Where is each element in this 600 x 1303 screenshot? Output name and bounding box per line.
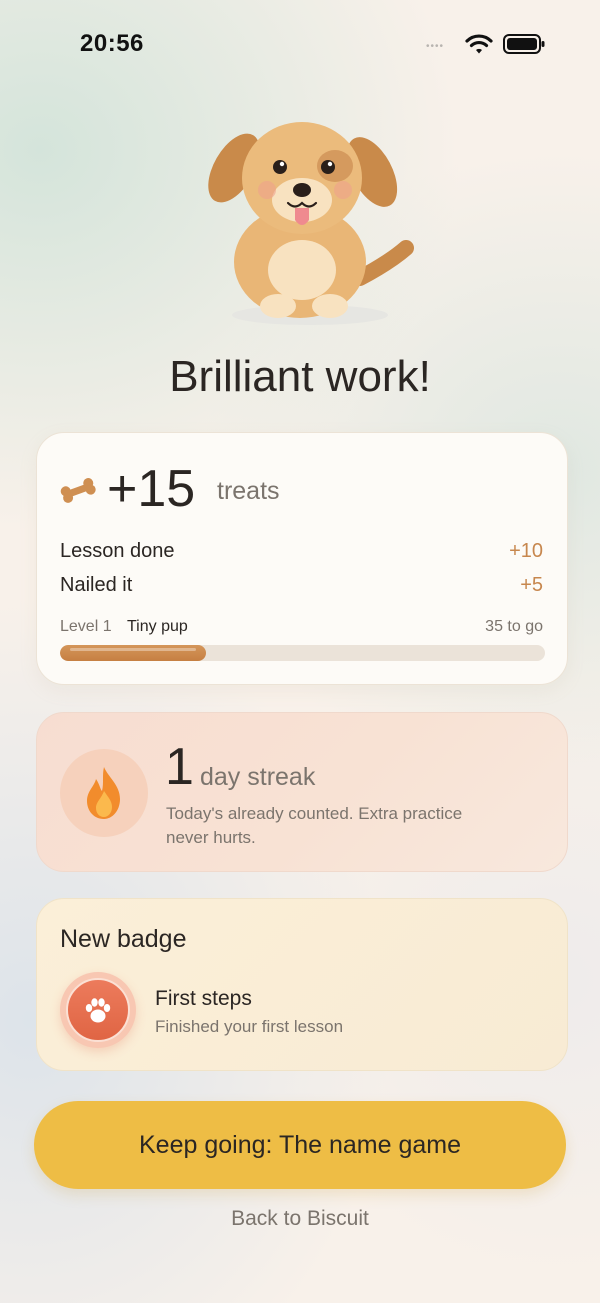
badge-title: First steps bbox=[155, 987, 252, 1010]
level-number: Level 1 bbox=[60, 618, 112, 635]
streak-card: 1 day streak Today's already counted. Ex… bbox=[36, 712, 568, 872]
line-item-label: Lesson done bbox=[60, 540, 175, 562]
status-bar: 20:56 •••• bbox=[0, 0, 600, 90]
badge-medal bbox=[60, 972, 136, 1048]
treats-card: +15 treats Lesson done +10 Nailed it +5 … bbox=[36, 432, 568, 685]
line-item-value: +5 bbox=[520, 574, 543, 596]
streak-count: 1 bbox=[165, 738, 194, 796]
flame-badge bbox=[60, 749, 148, 837]
back-link[interactable]: Back to Biscuit bbox=[0, 1207, 600, 1231]
wifi-icon bbox=[465, 34, 493, 54]
badge-heading: New badge bbox=[60, 925, 187, 953]
badge-subtitle: Finished your first lesson bbox=[155, 1017, 344, 1036]
line-item-value: +10 bbox=[509, 540, 543, 562]
bone-icon bbox=[60, 478, 96, 503]
badge-medal-inner bbox=[66, 978, 130, 1042]
treat-total: +15 bbox=[107, 460, 196, 518]
flame-icon bbox=[87, 767, 120, 819]
level-name: Tiny pup bbox=[127, 618, 188, 635]
level-remaining: 35 to go bbox=[485, 618, 543, 635]
keep-going-button[interactable]: Keep going: The name game bbox=[34, 1101, 566, 1189]
signal-dots-icon: •••• bbox=[426, 41, 445, 52]
battery-icon bbox=[503, 34, 545, 54]
streak-label: day streak bbox=[200, 763, 316, 791]
dog-mascot bbox=[208, 122, 414, 325]
status-time: 20:56 bbox=[80, 30, 144, 57]
level-progress-bar bbox=[60, 645, 545, 661]
paw-icon bbox=[85, 998, 111, 1023]
line-item-label: Nailed it bbox=[60, 574, 133, 596]
badge-card: New badge First steps Finished your firs… bbox=[36, 898, 568, 1071]
headline: Brilliant work! bbox=[169, 352, 431, 401]
level-progress-fill bbox=[60, 645, 206, 661]
treat-unit: treats bbox=[217, 477, 280, 505]
streak-note: Today's already counted. Extra practice … bbox=[166, 804, 463, 847]
